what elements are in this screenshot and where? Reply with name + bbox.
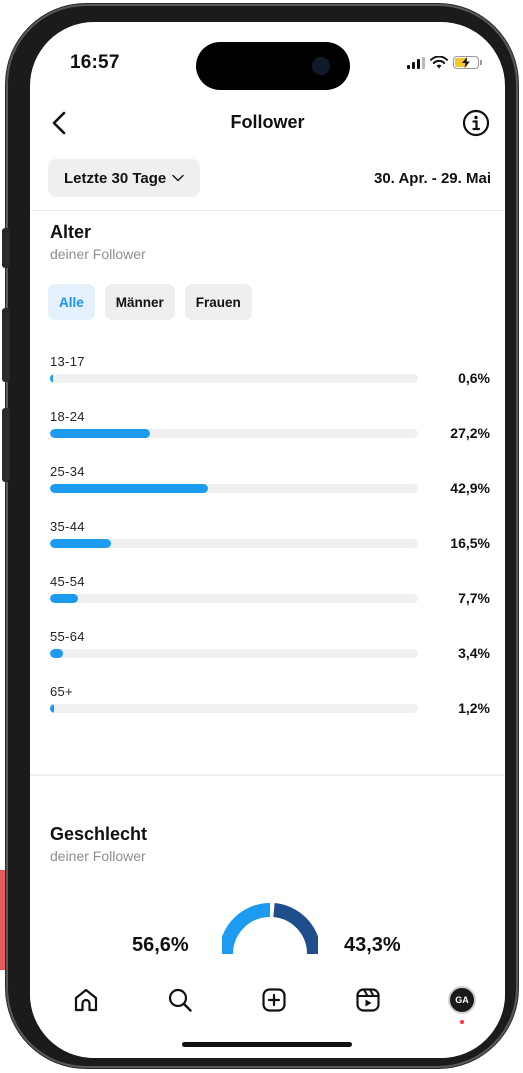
search-icon	[168, 988, 192, 1012]
tab-profile[interactable]: GA	[442, 980, 482, 1024]
age-group-label: 13-17	[50, 354, 85, 369]
age-bar	[50, 649, 63, 658]
create-icon	[262, 988, 286, 1012]
tab-search[interactable]	[160, 980, 200, 1020]
age-section-title: Alter	[50, 222, 92, 242]
age-row: 35-44 16,5%	[50, 519, 490, 574]
gender-right-percent: 43,3%	[344, 934, 401, 956]
age-bar-track	[50, 374, 418, 383]
donut-segment-right	[272, 903, 318, 955]
gender-chart: 56,6% 43,3%	[30, 902, 505, 972]
age-bar-track	[50, 484, 418, 493]
date-range-text: 30. Apr. - 29. Mai	[374, 170, 491, 187]
age-bar	[50, 539, 111, 548]
age-bar-track	[50, 704, 418, 713]
volume-up-button	[2, 308, 10, 382]
tab-alle[interactable]: Alle	[48, 284, 95, 320]
tab-reels[interactable]	[348, 980, 388, 1020]
age-row: 45-54 7,7%	[50, 574, 490, 629]
page-title: Follower	[230, 112, 305, 132]
age-group-percent: 1,2%	[458, 700, 490, 716]
phone-frame: 16:57 Follower Letzte 30 Tage 30. Apr. -…	[2, 4, 518, 1068]
age-bar-track	[50, 429, 418, 438]
age-bar-track	[50, 539, 418, 548]
date-range-dropdown[interactable]: Letzte 30 Tage	[48, 159, 201, 197]
age-group-label: 45-54	[50, 574, 85, 589]
age-group-label: 65+	[50, 684, 73, 699]
age-bar	[50, 429, 151, 438]
age-row: 13-17 0,6%	[50, 354, 490, 409]
gender-section-subtitle: deiner Follower	[50, 848, 146, 864]
battery-icon	[453, 56, 482, 69]
age-distribution-list: 13-17 0,6% 18-24 27,2% 25-34 42,9% 35-44 16,5% 4…	[50, 354, 490, 739]
tab-create[interactable]	[254, 980, 294, 1020]
age-row: 25-34 42,9%	[50, 464, 490, 519]
gender-section-title: Geschlecht	[50, 824, 148, 844]
chevron-down-icon	[172, 174, 184, 182]
screen: 16:57 Follower Letzte 30 Tage 30. Apr. -…	[30, 22, 505, 1058]
age-group-percent: 7,7%	[458, 590, 490, 606]
age-section-subtitle: deiner Follower	[50, 246, 146, 262]
status-time: 16:57	[70, 52, 120, 73]
dynamic-island	[196, 42, 350, 90]
age-group-percent: 3,4%	[458, 645, 490, 661]
age-group-percent: 42,9%	[450, 480, 490, 496]
wifi-icon	[430, 56, 448, 69]
age-row: 18-24 27,2%	[50, 409, 490, 464]
tab-maenner[interactable]: Männer	[104, 284, 175, 320]
profile-avatar: GA	[448, 986, 476, 1014]
gender-filter-tabs: Alle Männer Frauen	[48, 284, 252, 320]
age-group-percent: 16,5%	[450, 535, 490, 551]
camera-icon	[312, 57, 330, 75]
age-bar	[50, 484, 208, 493]
bottom-tab-bar: GA	[30, 972, 505, 1058]
home-indicator	[182, 1042, 352, 1047]
age-group-label: 25-34	[50, 464, 85, 479]
filter-row: Letzte 30 Tage 30. Apr. - 29. Mai	[30, 157, 505, 201]
age-bar	[50, 704, 55, 713]
divider	[30, 210, 505, 211]
status-icons	[407, 56, 482, 69]
age-row: 65+ 1,2%	[50, 684, 490, 739]
age-group-label: 18-24	[50, 409, 85, 424]
tab-frauen[interactable]: Frauen	[184, 284, 252, 320]
home-icon	[74, 988, 98, 1012]
tab-home[interactable]	[66, 980, 106, 1020]
notification-dot	[460, 1020, 464, 1024]
age-bar	[50, 594, 79, 603]
nav-header: Follower	[30, 104, 505, 148]
signal-icon	[407, 56, 425, 69]
age-bar	[50, 374, 53, 383]
info-icon	[462, 109, 490, 137]
status-bar: 16:57	[30, 22, 505, 102]
volume-down-button	[2, 408, 10, 482]
date-range-dropdown-label: Letzte 30 Tage	[64, 169, 167, 187]
age-group-percent: 0,6%	[458, 370, 490, 386]
info-button[interactable]	[461, 108, 491, 138]
age-group-label: 55-64	[50, 629, 85, 644]
gender-left-percent: 56,6%	[132, 934, 189, 956]
gender-donut-chart	[222, 903, 318, 955]
section-divider	[30, 774, 505, 776]
age-bar-track	[50, 594, 418, 603]
age-row: 55-64 3,4%	[50, 629, 490, 684]
action-button	[2, 228, 10, 268]
age-bar-track	[50, 649, 418, 658]
reels-icon	[356, 988, 380, 1012]
age-group-label: 35-44	[50, 519, 85, 534]
age-group-percent: 27,2%	[450, 425, 490, 441]
donut-segment-left	[222, 903, 271, 955]
